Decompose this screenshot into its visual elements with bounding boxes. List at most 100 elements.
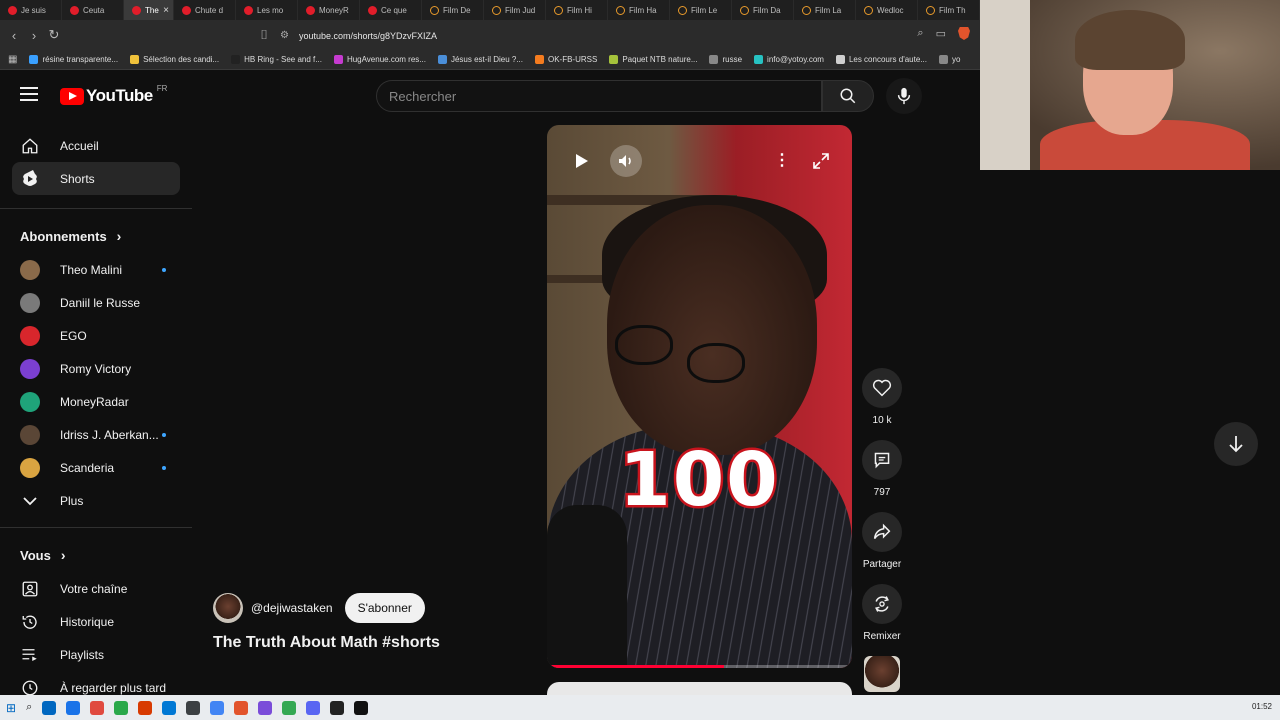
play-button[interactable] bbox=[565, 145, 597, 177]
browser-tab[interactable]: Les mo bbox=[236, 0, 298, 20]
forward-icon[interactable]: › bbox=[24, 28, 44, 43]
subscriptions-heading[interactable]: Abonnements › bbox=[0, 219, 192, 253]
browser-tab[interactable]: Je suis bbox=[0, 0, 62, 20]
taskbar-app-icon[interactable] bbox=[186, 700, 201, 715]
taskbar-app-icon[interactable] bbox=[42, 700, 57, 715]
more-options-button[interactable]: ⋮ bbox=[766, 145, 798, 177]
browser-tab[interactable]: Film Ha bbox=[608, 0, 670, 20]
brave-shield-icon[interactable] bbox=[958, 27, 970, 40]
browser-address-bar: ‹ › ↻ ⌷ ⚙ youtube.com/shorts/g8YDzvFXIZA… bbox=[0, 20, 980, 50]
sidebar-item-more[interactable]: Plus bbox=[0, 484, 192, 517]
browser-tab[interactable]: Ceuta bbox=[62, 0, 124, 20]
subscription-item[interactable]: Scanderia bbox=[0, 451, 192, 484]
browser-tab[interactable]: Film Hi bbox=[546, 0, 608, 20]
taskbar-app-icon[interactable] bbox=[66, 700, 81, 715]
bookmark-favicon-icon bbox=[231, 55, 241, 64]
sidebar-item-your-channel[interactable]: Votre chaîne bbox=[0, 572, 192, 605]
bookmark-page-icon[interactable]: ⌷ bbox=[254, 27, 274, 43]
taskbar-app-icon[interactable] bbox=[282, 700, 297, 715]
browser-tab[interactable]: Film Da bbox=[732, 0, 794, 20]
taskbar-search-icon[interactable]: ⌕ bbox=[26, 701, 32, 714]
sound-source-avatar[interactable] bbox=[864, 656, 900, 692]
close-tab-icon[interactable]: × bbox=[163, 5, 169, 16]
sidebar-item-playlists[interactable]: Playlists bbox=[0, 638, 192, 671]
channel-avatar[interactable] bbox=[213, 593, 243, 623]
subscription-item[interactable]: Romy Victory bbox=[0, 352, 192, 385]
browser-tab[interactable]: Film De bbox=[422, 0, 484, 20]
search-button[interactable] bbox=[822, 80, 874, 112]
short-title[interactable]: The Truth About Math #shorts bbox=[213, 634, 440, 652]
browser-tab[interactable]: Ce que bbox=[360, 0, 422, 20]
taskbar-app-icon[interactable] bbox=[162, 700, 177, 715]
subscription-item[interactable]: Idriss J. Aberkan... bbox=[0, 418, 192, 451]
taskbar-app-icon[interactable] bbox=[354, 700, 369, 715]
back-icon[interactable]: ‹ bbox=[4, 28, 24, 43]
sidebar-item-watch-later[interactable]: À regarder plus tard bbox=[0, 671, 192, 695]
taskbar-app-icon[interactable] bbox=[90, 700, 105, 715]
sidebar-item-shorts[interactable]: Shorts bbox=[12, 162, 180, 195]
taskbar-app-icon[interactable] bbox=[258, 700, 273, 715]
reload-icon[interactable]: ↻ bbox=[44, 27, 64, 43]
browser-tab[interactable]: Film Le bbox=[670, 0, 732, 20]
bookmark-item[interactable]: yo bbox=[938, 55, 961, 64]
short-video-player[interactable]: 100 ⋮ bbox=[547, 125, 852, 668]
sidebar-item-home[interactable]: Accueil bbox=[0, 129, 192, 162]
bookmark-item[interactable]: HB Ring - See and f... bbox=[231, 55, 322, 64]
volume-button[interactable] bbox=[610, 145, 642, 177]
comments-button[interactable] bbox=[862, 440, 902, 480]
bookmark-item[interactable]: Paquet NTB nature... bbox=[609, 55, 697, 64]
subscription-item[interactable]: Daniil le Russe bbox=[0, 286, 192, 319]
fullscreen-button[interactable] bbox=[805, 145, 837, 177]
bookmark-favicon-icon bbox=[130, 55, 140, 64]
share-button[interactable] bbox=[862, 512, 902, 552]
voice-search-button[interactable] bbox=[886, 78, 922, 114]
zoom-icon[interactable]: ⌕ bbox=[917, 27, 923, 40]
like-button[interactable] bbox=[862, 368, 902, 408]
tab-label: Film La bbox=[815, 5, 842, 15]
windows-start-icon[interactable]: ⊞ bbox=[6, 701, 16, 715]
menu-icon[interactable] bbox=[20, 87, 38, 101]
taskbar-app-icon[interactable] bbox=[306, 700, 321, 715]
cast-icon[interactable]: ▭ bbox=[936, 27, 946, 40]
subscribe-button[interactable]: S'abonner bbox=[344, 593, 425, 623]
taskbar-app-icon[interactable] bbox=[138, 700, 153, 715]
browser-tab[interactable]: Chute d bbox=[174, 0, 236, 20]
taskbar-app-icon[interactable] bbox=[114, 700, 129, 715]
subscription-item[interactable]: MoneyRadar bbox=[0, 385, 192, 418]
bookmark-item[interactable]: Jésus est-il Dieu ?... bbox=[437, 55, 523, 64]
you-heading[interactable]: Vous › bbox=[0, 538, 192, 572]
taskbar-app-icon[interactable] bbox=[210, 700, 225, 715]
remix-button[interactable] bbox=[862, 584, 902, 624]
bookmark-item[interactable]: russe bbox=[709, 55, 742, 64]
next-short-preview[interactable] bbox=[547, 682, 852, 696]
url-field[interactable]: ⚙ youtube.com/shorts/g8YDzvFXIZA bbox=[280, 27, 970, 44]
subscription-item[interactable]: Theo Malini bbox=[0, 253, 192, 286]
subscription-item[interactable]: EGO bbox=[0, 319, 192, 352]
search-input[interactable]: Rechercher bbox=[376, 80, 822, 112]
channel-handle[interactable]: @dejiwastaken bbox=[251, 601, 333, 615]
bookmark-item[interactable]: Sélection des candi... bbox=[130, 55, 219, 64]
bookmark-item[interactable]: résine transparente... bbox=[29, 55, 118, 64]
apps-grid-icon[interactable]: ▦ bbox=[8, 54, 17, 65]
browser-tab[interactable]: Wedloc bbox=[856, 0, 918, 20]
browser-tab[interactable]: Film La bbox=[794, 0, 856, 20]
taskbar-app-icon[interactable] bbox=[330, 700, 345, 715]
sidebar-item-history[interactable]: Historique bbox=[0, 605, 192, 638]
taskbar-app-icon[interactable] bbox=[234, 700, 249, 715]
video-progress-bar[interactable] bbox=[547, 665, 852, 668]
browser-tab[interactable]: The × bbox=[124, 0, 174, 20]
bookmark-item[interactable]: OK-FB-URSS bbox=[534, 55, 597, 64]
fullscreen-icon bbox=[813, 153, 829, 169]
remix-action: Remixer bbox=[860, 584, 904, 642]
bookmark-label: yo bbox=[951, 55, 961, 64]
youtube-logo[interactable]: YouTube FR bbox=[60, 84, 167, 106]
browser-tab[interactable]: MoneyR bbox=[298, 0, 360, 20]
webcam-door bbox=[980, 0, 1030, 170]
bookmark-item[interactable]: info@yotoy.com bbox=[754, 55, 824, 64]
browser-tab[interactable]: Film Jud bbox=[484, 0, 546, 20]
browser-tab[interactable]: Film Th bbox=[918, 0, 980, 20]
site-info-icon[interactable]: ⚙ bbox=[280, 30, 289, 41]
bookmark-item[interactable]: HugAvenue.com res... bbox=[333, 55, 426, 64]
bookmark-item[interactable]: Les concours d'aute... bbox=[835, 55, 927, 64]
next-short-button[interactable] bbox=[1214, 422, 1258, 466]
